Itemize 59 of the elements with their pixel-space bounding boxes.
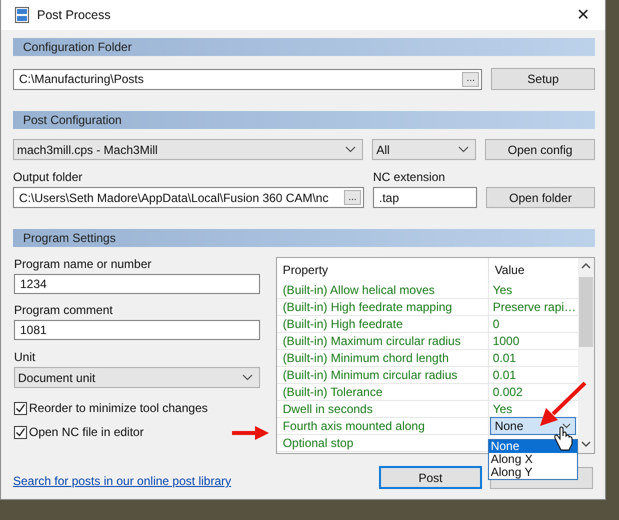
- table-cell: (Built-in) High feedrate mapping: [282, 300, 452, 314]
- output-folder-field[interactable]: C:\Users\Seth Madore\AppData\Local\Fusion 360 CAM\nc ...: [13, 187, 364, 208]
- path-field[interactable]: C:\Manufacturing\Posts ...: [13, 68, 482, 90]
- table-cell: 0.01: [492, 368, 516, 382]
- annotation-arrow: [540, 382, 586, 426]
- checkbox[interactable]: [14, 426, 27, 438]
- browse-button[interactable]: ...: [462, 72, 480, 86]
- dropdown-option[interactable]: Along Y: [488, 466, 577, 479]
- nc-extension-field[interactable]: .tap: [373, 187, 477, 208]
- checkbox-label: Reorder to minimize tool changes: [29, 401, 208, 415]
- table-cell: (Built-in) Minimum circular radius: [282, 368, 458, 382]
- field-label: Unit: [14, 350, 36, 364]
- chevron-icon: [345, 146, 356, 153]
- table-cell: Yes: [492, 402, 512, 416]
- table-cell: 0.01: [492, 351, 516, 365]
- open-config-button[interactable]: Open config: [485, 139, 595, 160]
- column-header: Property: [282, 263, 328, 277]
- checkbox[interactable]: [14, 402, 27, 414]
- browse-button[interactable]: ...: [344, 190, 361, 205]
- app-icon: [15, 7, 29, 23]
- post-dropdown[interactable]: mach3mill.cps - Mach3Mill: [13, 139, 364, 160]
- close-button[interactable]: ✕: [561, 0, 605, 30]
- program-comment-field[interactable]: 1081: [14, 320, 260, 340]
- post-button[interactable]: Post: [379, 466, 482, 489]
- table-cell: 1000: [492, 334, 520, 348]
- field-label: NC extension: [373, 170, 446, 184]
- field-label: Program comment: [14, 303, 114, 317]
- field-label: Output folder: [13, 170, 84, 184]
- table-cell: Preserve rapi…: [492, 300, 576, 314]
- setup-button[interactable]: Setup: [491, 68, 595, 90]
- field-label: Program name or number: [14, 257, 152, 271]
- table-cell: (Built-in) Maximum circular radius: [282, 334, 461, 348]
- window-title: Post Process: [37, 8, 112, 22]
- chevron-icon: [458, 146, 470, 153]
- table-cell: 0: [492, 317, 500, 331]
- section-header: Program Settings: [13, 229, 595, 247]
- table-cell: (Built-in) Minimum chord length: [282, 351, 449, 365]
- unit-dropdown[interactable]: Document unit: [14, 367, 260, 388]
- table-cell: Dwell in seconds: [282, 402, 373, 416]
- open-folder-button[interactable]: Open folder: [486, 187, 595, 208]
- checkbox-label: Open NC file in editor: [29, 425, 144, 439]
- value-dropdown[interactable]: None: [490, 417, 576, 435]
- column-header: Value: [494, 263, 524, 277]
- section-header: Post Configuration: [13, 111, 595, 129]
- table-cell: 0.002: [492, 385, 523, 399]
- dropdown-option[interactable]: Along X: [488, 453, 577, 466]
- table-cell: (Built-in) High feedrate: [282, 317, 403, 331]
- annotation-arrow: [232, 426, 269, 440]
- table-cell: Fourth axis mounted along: [282, 419, 425, 433]
- table-cell: Optional stop: [282, 436, 354, 450]
- chevron-icon: [242, 374, 253, 381]
- table-cell: Yes: [492, 283, 512, 297]
- post-library-link[interactable]: Search for posts in our online post library: [13, 474, 232, 488]
- table-cell: (Built-in) Tolerance: [282, 385, 383, 399]
- section-header: Configuration Folder: [13, 38, 595, 56]
- program-name-field[interactable]: 1234: [14, 274, 260, 294]
- chevron-icon: [562, 423, 571, 429]
- table-cell: (Built-in) Allow helical moves: [282, 283, 435, 297]
- filter-dropdown[interactable]: All: [372, 139, 476, 160]
